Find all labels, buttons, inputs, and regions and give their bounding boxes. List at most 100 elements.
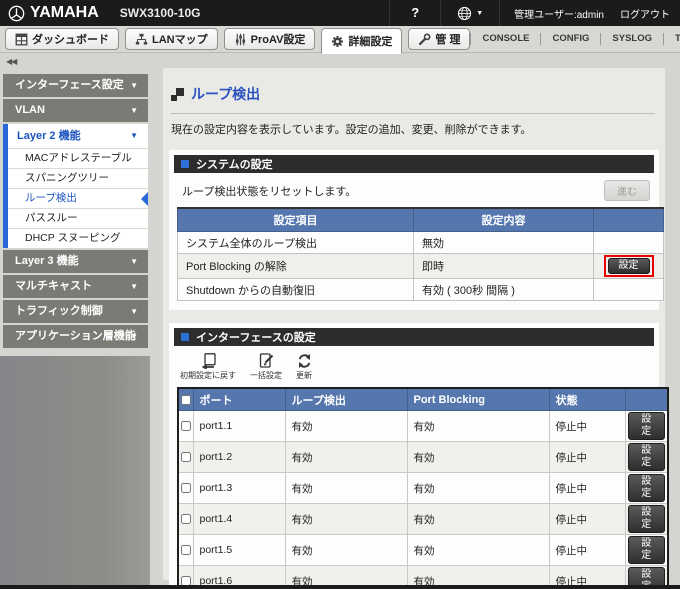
- column-header-port: ポート: [193, 388, 285, 411]
- help-button[interactable]: ?: [389, 0, 440, 26]
- chevron-down-icon: ▼: [476, 10, 483, 17]
- reset-defaults-button[interactable]: 初期設定に戻す: [180, 353, 236, 381]
- tab-label: ProAV設定: [251, 31, 306, 47]
- main-content: ループ検出 現在の設定内容を表示しています。設定の追加、変更、削除ができます。 …: [163, 68, 665, 580]
- gear-icon: [331, 35, 344, 48]
- select-all-checkbox[interactable]: [181, 395, 191, 405]
- sidebar-item-dhcp-snooping[interactable]: DHCP スヌーピング: [8, 228, 148, 248]
- sidebar-collapse-button[interactable]: ◀◀: [0, 52, 155, 70]
- port-select-checkbox[interactable]: [181, 421, 191, 431]
- table-row: Port Blocking の解除 即時 設定: [178, 254, 664, 279]
- sidebar-item-passthrough[interactable]: パススルー: [8, 208, 148, 228]
- console-link[interactable]: CONSOLE: [470, 33, 540, 45]
- top-links: CONSOLE CONFIG SYSLOG TECHINFO: [470, 32, 680, 46]
- port-name: port1.1: [193, 411, 285, 442]
- brand-name: YAMAHA: [30, 4, 99, 22]
- syslog-link[interactable]: SYSLOG: [600, 33, 663, 45]
- tab-management[interactable]: 管 理: [408, 28, 470, 50]
- port-select-checkbox[interactable]: [181, 514, 191, 524]
- tab-dashboard[interactable]: ダッシュボード: [5, 28, 119, 50]
- column-header-action: [594, 208, 664, 232]
- loop-detection-value: 有効: [285, 535, 407, 566]
- reset-defaults-icon: [200, 353, 217, 369]
- column-header-loop-detection: ループ検出: [285, 388, 407, 411]
- tab-bar: ダッシュボード LANマップ: [0, 26, 680, 53]
- setting-item: Shutdown からの自動復旧: [178, 279, 414, 301]
- column-header-port-blocking: Port Blocking: [407, 388, 549, 411]
- port-select-checkbox[interactable]: [181, 452, 191, 462]
- logout-button[interactable]: ログアウト: [614, 0, 680, 26]
- batch-settings-button[interactable]: 一括設定: [250, 353, 282, 381]
- system-settings-header: システムの設定: [174, 155, 654, 173]
- port-select-checkbox[interactable]: [181, 545, 191, 555]
- chevron-down-icon: ▼: [130, 300, 138, 323]
- chevron-down-icon: ▼: [130, 74, 138, 97]
- port-name: port1.5: [193, 535, 285, 566]
- top-header: YAMAHA SWX3100-10G ? ▼ 管理ユーザー:admin ログアウ…: [0, 0, 680, 26]
- proav-sliders-icon: [234, 33, 247, 46]
- port-blocking-value: 有効: [407, 504, 549, 535]
- port-setting-button[interactable]: 設定: [628, 505, 666, 533]
- tabs: ダッシュボード LANマップ: [0, 26, 470, 52]
- status-value: 停止中: [549, 473, 625, 504]
- status-value: 停止中: [549, 411, 625, 442]
- sidebar-group-multicast[interactable]: マルチキャスト▼: [3, 275, 148, 298]
- wrench-icon: [418, 33, 431, 46]
- proceed-button[interactable]: 進む: [604, 180, 650, 201]
- port-setting-button[interactable]: 設定: [628, 443, 666, 471]
- setting-item: システム全体のループ検出: [178, 232, 414, 254]
- port-blocking-value: 有効: [407, 535, 549, 566]
- chevron-down-icon: ▼: [130, 124, 138, 148]
- table-row: port1.5 有効 有効 停止中 設定: [178, 535, 668, 566]
- refresh-icon: [297, 353, 312, 369]
- column-header-status: 状態: [549, 388, 625, 411]
- page-head: ループ検出 現在の設定内容を表示しています。設定の追加、変更、削除ができます。: [163, 68, 665, 137]
- reset-description: ループ検出状態をリセットします。: [182, 183, 356, 199]
- title-divider: [171, 113, 655, 114]
- tab-lan-map[interactable]: LANマップ: [125, 28, 218, 50]
- port-setting-button[interactable]: 設定: [628, 474, 666, 502]
- techinfo-link[interactable]: TECHINFO: [663, 33, 680, 45]
- interface-settings-panel: インターフェースの設定 初期設定に戻す: [169, 323, 659, 589]
- sidebar-filler: [0, 356, 150, 585]
- table-row: port1.1 有効 有効 停止中 設定: [178, 411, 668, 442]
- port-name: port1.3: [193, 473, 285, 504]
- status-value: 停止中: [549, 535, 625, 566]
- status-value: 停止中: [549, 504, 625, 535]
- yamaha-logo-icon: [8, 5, 25, 22]
- blue-square-icon: [181, 160, 189, 168]
- table-row: システム全体のループ検出 無効: [178, 232, 664, 254]
- status-value: 停止中: [549, 442, 625, 473]
- sidebar-group-vlan[interactable]: VLAN▼: [3, 99, 148, 122]
- table-row: port1.3 有効 有効 停止中 設定: [178, 473, 668, 504]
- table-row: Shutdown からの自動復旧 有効 ( 300秒 間隔 ): [178, 279, 664, 301]
- language-selector[interactable]: ▼: [440, 0, 499, 26]
- setting-item: Port Blocking の解除: [178, 254, 414, 279]
- port-setting-button[interactable]: 設定: [628, 412, 666, 440]
- port-blocking-setting-button[interactable]: 設定: [608, 258, 650, 274]
- page-description: 現在の設定内容を表示しています。設定の追加、変更、削除ができます。: [171, 121, 655, 137]
- config-link[interactable]: CONFIG: [540, 33, 600, 45]
- sidebar-group-traffic-control[interactable]: トラフィック制御▼: [3, 300, 148, 323]
- loop-detection-value: 有効: [285, 473, 407, 504]
- tab-label: LANマップ: [152, 31, 208, 47]
- port-blocking-value: 有効: [407, 473, 549, 504]
- tab-proav-settings[interactable]: ProAV設定: [224, 28, 316, 50]
- setting-value: 無効: [414, 232, 594, 254]
- port-select-checkbox[interactable]: [181, 483, 191, 493]
- sidebar-group-interface-settings[interactable]: インターフェース設定▼: [3, 74, 148, 97]
- tab-detailed-settings[interactable]: 詳細設定: [321, 28, 402, 54]
- refresh-button[interactable]: 更新: [296, 353, 312, 381]
- column-header-action: [625, 388, 668, 411]
- loop-detection-value: 有効: [285, 442, 407, 473]
- port-setting-button[interactable]: 設定: [628, 536, 666, 564]
- sidebar-item-spanning-tree[interactable]: スパニングツリー: [8, 168, 148, 188]
- sidebar-group-application-layer[interactable]: アプリケーション層機能▼: [3, 325, 148, 348]
- sidebar-item-mac-address-table[interactable]: MACアドレステーブル: [8, 148, 148, 168]
- sidebar-group-layer3[interactable]: Layer 3 機能▼: [3, 250, 148, 273]
- table-row: port1.4 有効 有効 停止中 設定: [178, 504, 668, 535]
- brand: YAMAHA SWX3100-10G: [0, 4, 200, 22]
- sidebar-group-layer2-header[interactable]: Layer 2 機能▼: [8, 124, 148, 148]
- page-title-icon: [171, 88, 184, 101]
- sidebar-item-loop-detection[interactable]: ループ検出: [8, 188, 148, 208]
